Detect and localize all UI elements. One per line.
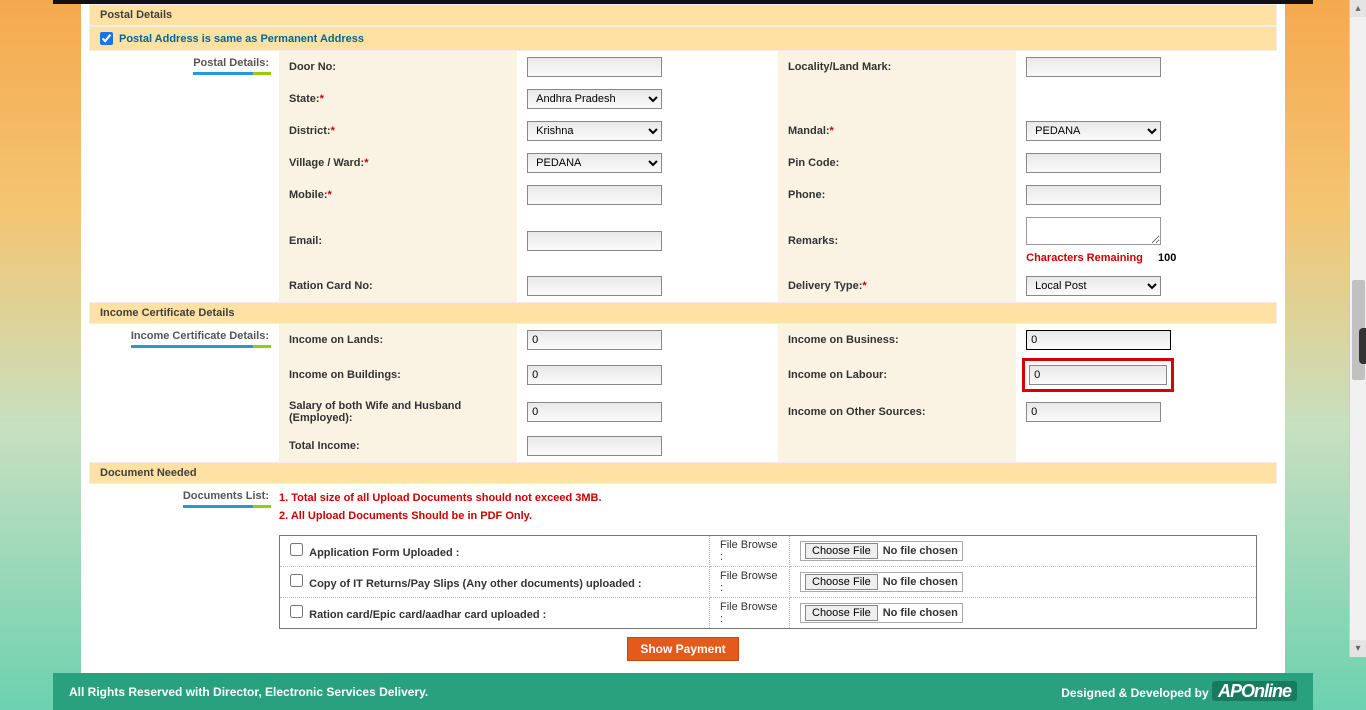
choose-file-button-0[interactable]: Choose File xyxy=(805,543,878,559)
locality-label: Locality/Land Mark: xyxy=(778,51,1016,83)
doc-row: Application Form Uploaded : File Browse … xyxy=(280,536,1257,567)
doc-checkbox-0[interactable] xyxy=(290,543,303,556)
show-payment-button[interactable]: Show Payment xyxy=(627,637,738,661)
mobile-label: Mobile: xyxy=(289,189,328,201)
no-file-text-1: No file chosen xyxy=(883,576,958,588)
income-salary-label: Salary of both Wife and Husband (Employe… xyxy=(279,394,517,430)
locality-input[interactable] xyxy=(1026,57,1161,77)
doc-checkbox-1[interactable] xyxy=(290,574,303,587)
income-other-label: Income on Other Sources: xyxy=(778,394,1016,430)
village-label: Village / Ward: xyxy=(289,157,364,169)
no-file-text-2: No file chosen xyxy=(883,607,958,619)
email-label: Email: xyxy=(279,211,517,270)
income-other-input[interactable] xyxy=(1026,402,1161,422)
aponline-brand: APOnline xyxy=(1212,681,1297,701)
income-total-label: Total Income: xyxy=(279,430,517,462)
doc-checkbox-2[interactable] xyxy=(290,605,303,618)
ration-label: Ration Card No: xyxy=(279,270,517,302)
income-business-label: Income on Business: xyxy=(778,324,1016,356)
income-salary-input[interactable] xyxy=(527,402,662,422)
doc-row: Ration card/Epic card/aadhar card upload… xyxy=(280,598,1257,629)
pin-label: Pin Code: xyxy=(778,147,1016,179)
postal-same-as-row: Postal Address is same as Permanent Addr… xyxy=(89,26,1277,51)
income-section-header: Income Certificate Details xyxy=(89,302,1277,324)
file-browse-label-1: File Browse : xyxy=(710,567,790,598)
income-business-input[interactable] xyxy=(1026,330,1171,350)
char-remaining-count: 100 xyxy=(1158,252,1176,264)
documents-table: Application Form Uploaded : File Browse … xyxy=(279,535,1257,629)
district-label: District: xyxy=(289,125,331,137)
file-input-0[interactable]: Choose File No file chosen xyxy=(800,541,963,561)
pin-input[interactable] xyxy=(1026,153,1161,173)
mobile-input[interactable] xyxy=(527,185,662,205)
phone-label: Phone: xyxy=(778,179,1016,211)
postal-details-header: Postal Details xyxy=(89,4,1277,26)
scroll-down-arrow[interactable]: ▾ xyxy=(1350,640,1366,657)
doc-row: Copy of IT Returns/Pay Slips (Any other … xyxy=(280,567,1257,598)
village-select[interactable]: PEDANA xyxy=(527,153,662,173)
income-labour-label: Income on Labour: xyxy=(778,356,1016,394)
postal-same-as-checkbox[interactable] xyxy=(100,32,113,45)
side-tab-handle[interactable] xyxy=(1359,328,1366,364)
remarks-label: Remarks: xyxy=(778,211,1016,270)
file-browse-label-2: File Browse : xyxy=(710,598,790,629)
postal-side-label: Postal Details: xyxy=(193,57,269,75)
file-input-2[interactable]: Choose File No file chosen xyxy=(800,603,963,623)
income-total-input[interactable] xyxy=(527,436,662,456)
door-no-label: Door No: xyxy=(279,51,517,83)
ration-input[interactable] xyxy=(527,276,662,296)
doc-label-2: Ration card/Epic card/aadhar card upload… xyxy=(309,609,546,621)
postal-form-table: Door No: Locality/Land Mark: State:* And… xyxy=(279,51,1277,302)
footer-right-text: Designed & Developed by xyxy=(1061,686,1208,700)
postal-same-as-label: Postal Address is same as Permanent Addr… xyxy=(119,33,364,45)
delivery-label: Delivery Type: xyxy=(788,280,862,292)
income-labour-input[interactable] xyxy=(1029,365,1167,385)
document-section-header: Document Needed xyxy=(89,462,1277,484)
scroll-up-arrow[interactable]: ▴ xyxy=(1350,0,1366,17)
file-input-1[interactable]: Choose File No file chosen xyxy=(800,572,963,592)
file-browse-label-0: File Browse : xyxy=(710,536,790,567)
doc-label-1: Copy of IT Returns/Pay Slips (Any other … xyxy=(309,578,641,590)
no-file-text-0: No file chosen xyxy=(883,545,958,557)
income-side-label: Income Certificate Details: xyxy=(131,330,269,348)
mandal-label: Mandal: xyxy=(788,125,830,137)
documents-side-label: Documents List: xyxy=(183,490,269,508)
income-buildings-input[interactable] xyxy=(527,365,662,385)
income-lands-input[interactable] xyxy=(527,330,662,350)
state-label: State: xyxy=(289,93,320,105)
choose-file-button-1[interactable]: Choose File xyxy=(805,574,878,590)
mandal-select[interactable]: PEDANA xyxy=(1026,121,1161,141)
doc-note-2: 2. All Upload Documents Should be in PDF… xyxy=(279,508,1257,526)
door-no-input[interactable] xyxy=(527,57,662,77)
phone-input[interactable] xyxy=(1026,185,1161,205)
footer-left-text: All Rights Reserved with Director, Elect… xyxy=(69,685,428,699)
page-footer: All Rights Reserved with Director, Elect… xyxy=(53,673,1313,710)
district-select[interactable]: Krishna xyxy=(527,121,662,141)
choose-file-button-2[interactable]: Choose File xyxy=(805,605,878,621)
state-select[interactable]: Andhra Pradesh xyxy=(527,89,662,109)
income-lands-label: Income on Lands: xyxy=(279,324,517,356)
income-form-table: Income on Lands: Income on Business: Inc… xyxy=(279,324,1277,462)
doc-note-1: 1. Total size of all Upload Documents sh… xyxy=(279,490,1257,508)
delivery-select[interactable]: Local Post xyxy=(1026,276,1161,296)
char-remaining-label: Characters Remaining xyxy=(1026,252,1143,264)
income-buildings-label: Income on Buildings: xyxy=(279,356,517,394)
email-input[interactable] xyxy=(527,231,662,251)
remarks-textarea[interactable] xyxy=(1026,217,1161,245)
doc-label-0: Application Form Uploaded : xyxy=(309,547,459,559)
